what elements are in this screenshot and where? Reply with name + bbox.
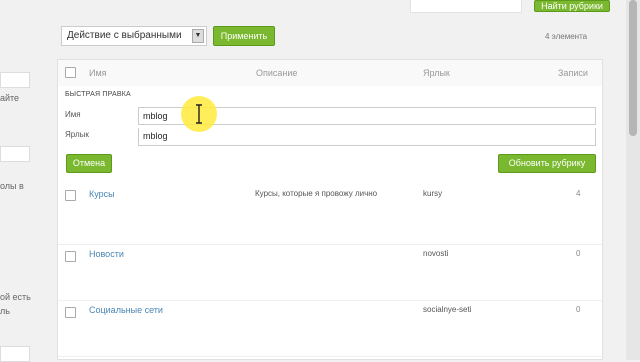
row-slug: socialnye-seti xyxy=(423,305,472,314)
row-name[interactable]: Новости xyxy=(89,249,124,259)
update-category-button[interactable]: Обновить рубрику xyxy=(498,154,596,173)
row-checkbox[interactable] xyxy=(65,251,76,262)
row-posts[interactable]: 4 xyxy=(576,189,580,198)
row-posts[interactable]: 0 xyxy=(576,249,580,258)
row-checkbox[interactable] xyxy=(65,190,76,201)
chevron-down-icon: ▼ xyxy=(192,29,204,43)
item-count: 4 элемента xyxy=(545,32,588,41)
quick-edit-title: БЫСТРАЯ ПРАВКА xyxy=(65,91,131,98)
select-all-checkbox[interactable] xyxy=(65,67,76,78)
left-input-2[interactable] xyxy=(0,146,30,162)
left-text-2: олы в xyxy=(0,181,24,191)
table-row: Социальные сети socialnye-seti 0 xyxy=(58,300,602,356)
categories-table: Имя Описание Ярлык Записи БЫСТРАЯ ПРАВКА… xyxy=(57,59,603,360)
left-text-3: ой есть xyxy=(0,292,31,302)
left-text-1: айте xyxy=(0,93,20,103)
row-name[interactable]: Социальные сети xyxy=(89,305,163,315)
slug-label: Ярлык xyxy=(65,130,89,139)
column-posts[interactable]: Записи xyxy=(558,68,588,78)
scrollbar-thumb[interactable] xyxy=(629,0,637,136)
name-label: Имя xyxy=(65,110,81,119)
table-row: Курсы Курсы, которые я провожу лично kur… xyxy=(58,184,602,240)
row-description: Курсы, которые я провожу лично xyxy=(255,189,378,198)
row-divider xyxy=(58,356,602,357)
table-header: Имя Описание Ярлык Записи xyxy=(58,60,602,87)
row-slug: novosti xyxy=(423,249,449,258)
row-checkbox[interactable] xyxy=(65,307,76,318)
apply-button[interactable]: Применить xyxy=(213,26,275,46)
bulk-action-value: Действие с выбранными xyxy=(67,30,182,41)
text-cursor-icon xyxy=(196,104,202,124)
left-panel: айте олы в ой есть ль xyxy=(0,0,44,362)
search-box[interactable] xyxy=(410,0,522,13)
column-name[interactable]: Имя xyxy=(89,68,107,78)
row-slug: kursy xyxy=(423,189,443,198)
column-description[interactable]: Описание xyxy=(256,68,297,78)
row-posts[interactable]: 0 xyxy=(576,305,580,314)
left-text-4: ль xyxy=(0,306,10,316)
column-slug[interactable]: Ярлык xyxy=(423,68,450,78)
left-input-1[interactable] xyxy=(0,72,30,88)
quick-edit-panel: БЫСТРАЯ ПРАВКА Имя mblog Ярлык mblog Отм… xyxy=(58,86,602,245)
cursor-highlight xyxy=(181,96,217,132)
row-name[interactable]: Курсы xyxy=(89,189,115,199)
table-row: Новости novosti 0 xyxy=(58,244,602,300)
cancel-button[interactable]: Отмена xyxy=(66,154,112,173)
bulk-action-select[interactable]: Действие с выбранными ▼ xyxy=(61,26,207,46)
add-category-button[interactable]: Найти рубрики xyxy=(534,0,610,12)
